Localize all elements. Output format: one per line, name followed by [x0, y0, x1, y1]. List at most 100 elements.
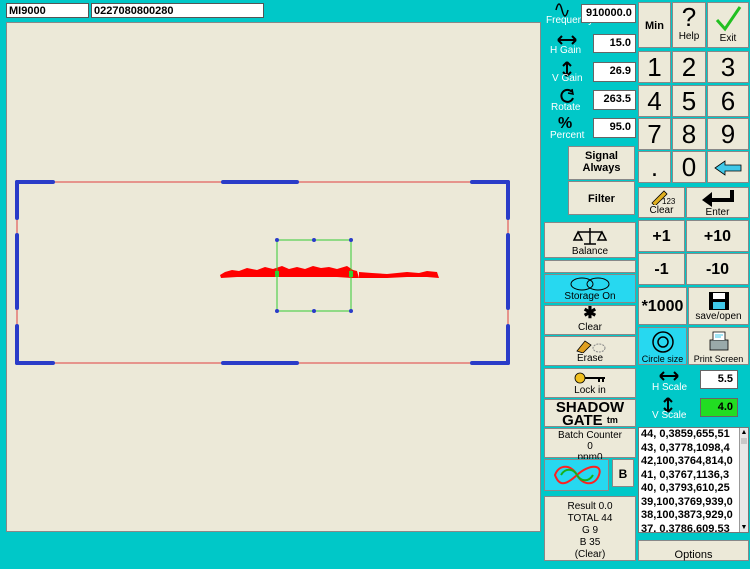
b-button[interactable]: B: [612, 459, 634, 487]
scroll-thumb[interactable]: [741, 438, 747, 444]
v-gain-label: V Gain: [552, 73, 583, 84]
signal-trace: [220, 266, 439, 278]
min-button[interactable]: Min: [638, 2, 671, 48]
result-clear: (Clear): [545, 549, 635, 561]
svg-text:123: 123: [662, 197, 676, 205]
balance-label: Balance: [545, 246, 635, 257]
percent-value[interactable]: 95.0: [593, 118, 636, 138]
enter-button[interactable]: Enter: [686, 187, 749, 218]
scroll-down-icon[interactable]: ▼: [740, 523, 748, 532]
balance-indicator: [544, 260, 636, 273]
filter-button[interactable]: Filter: [568, 181, 635, 215]
minus-10-button[interactable]: -10: [686, 253, 749, 285]
key-4[interactable]: 4: [638, 85, 671, 117]
checkmark-icon: [714, 5, 742, 33]
key-icon: [573, 371, 607, 385]
h-scale-value[interactable]: 5.5: [700, 370, 738, 389]
log-row[interactable]: 44, 0,3859,655,51: [639, 428, 748, 442]
v-scale-label: V Scale: [652, 410, 686, 421]
h-scale-label: H Scale: [652, 382, 687, 393]
key-0[interactable]: 0: [672, 151, 706, 183]
display-graph: [7, 23, 542, 533]
log-row[interactable]: 40, 0,3793,610,25: [639, 482, 748, 496]
pencil-icon: 123: [648, 189, 676, 205]
times-1000-button[interactable]: *1000: [638, 287, 687, 325]
exit-button[interactable]: Exit: [707, 2, 749, 48]
h-scale-icon: [658, 370, 680, 382]
plus-1-button[interactable]: +1: [638, 220, 685, 252]
circle-size-icon: [650, 330, 676, 354]
keypad-clear-button[interactable]: 123 Clear: [638, 187, 685, 218]
clear-display-button[interactable]: ✱ Clear: [544, 305, 636, 335]
result-good: G 9: [545, 525, 635, 537]
storage-icon: [568, 277, 612, 291]
result-value: Result 0.0: [545, 501, 635, 513]
exit-label: Exit: [708, 33, 748, 44]
rotate-control[interactable]: Rotate: [546, 88, 591, 114]
key-5[interactable]: 5: [672, 85, 706, 117]
serial-field: 0227080800280: [91, 3, 264, 18]
signal-display[interactable]: [6, 22, 541, 532]
erase-button[interactable]: Erase: [544, 336, 636, 366]
print-screen-button[interactable]: Print Screen: [688, 327, 749, 365]
log-row[interactable]: 38,100,3873,929,0: [639, 509, 748, 523]
floppy-disk-icon: [708, 291, 730, 311]
key-1[interactable]: 1: [638, 51, 671, 83]
signature-button[interactable]: [544, 459, 609, 491]
batch-count: 0: [545, 441, 635, 452]
log-row[interactable]: 42,100,3764,814,0: [639, 455, 748, 469]
log-row[interactable]: 41, 0,3767,1136,3: [639, 469, 748, 483]
backspace-button[interactable]: [707, 151, 749, 183]
result-log-list[interactable]: 44, 0,3859,655,51 43, 0,3778,1098,4 42,1…: [638, 427, 749, 533]
erase-label: Erase: [545, 353, 635, 364]
printer-icon: [706, 330, 732, 354]
frequency-value[interactable]: 910000.0: [581, 4, 636, 23]
h-scale-control[interactable]: H Scale: [638, 368, 698, 396]
h-gain-label: H Gain: [550, 45, 581, 56]
key-9[interactable]: 9: [707, 118, 749, 150]
signal-always-button[interactable]: Signal Always: [568, 146, 635, 180]
keypad-clear-label: Clear: [639, 205, 684, 216]
signal-always-line1: Signal: [569, 150, 634, 162]
circle-size-button[interactable]: Circle size: [638, 327, 687, 365]
log-scrollbar[interactable]: ▲ ▼: [739, 428, 748, 532]
rotate-value[interactable]: 263.5: [593, 90, 636, 110]
signal-always-line2: Always: [569, 162, 634, 174]
key-6[interactable]: 6: [707, 85, 749, 117]
options-button[interactable]: Options: [638, 540, 749, 561]
key-7[interactable]: 7: [638, 118, 671, 150]
batch-counter-label: Batch Counter: [545, 430, 635, 441]
save-open-button[interactable]: save/open: [688, 287, 749, 325]
balance-button[interactable]: Balance: [544, 222, 636, 258]
v-scale-value[interactable]: 4.0: [700, 398, 738, 417]
h-gain-value[interactable]: 15.0: [593, 34, 636, 53]
rotate-label: Rotate: [551, 102, 580, 113]
shadow-gate-logo: SHADOW GATE tm: [544, 399, 636, 427]
lock-in-button[interactable]: Lock in: [544, 368, 636, 398]
save-open-label: save/open: [689, 311, 748, 322]
v-gain-value[interactable]: 26.9: [593, 62, 636, 82]
storage-on-button[interactable]: Storage On: [544, 274, 636, 303]
key-3[interactable]: 3: [707, 51, 749, 83]
percent-control[interactable]: % Percent: [546, 117, 591, 143]
help-icon: ?: [673, 3, 705, 31]
key-8[interactable]: 8: [672, 118, 706, 150]
key-2[interactable]: 2: [672, 51, 706, 83]
print-screen-label: Print Screen: [689, 354, 748, 364]
result-panel[interactable]: Result 0.0 TOTAL 44 G 9 B 35 (Clear): [544, 496, 636, 561]
storage-label: Storage On: [545, 291, 635, 302]
v-gain-control[interactable]: V Gain: [546, 61, 591, 85]
plus-10-button[interactable]: +10: [686, 220, 749, 252]
scroll-up-icon[interactable]: ▲: [740, 428, 748, 437]
help-button[interactable]: ? Help: [672, 2, 706, 48]
percent-label: Percent: [550, 130, 584, 141]
left-arrow-icon: [713, 160, 743, 176]
log-row[interactable]: 39,100,3769,939,0: [639, 496, 748, 510]
log-row[interactable]: 43, 0,3778,1098,4: [639, 442, 748, 456]
v-scale-control[interactable]: V Scale: [638, 397, 698, 425]
signature-loop-icon: [545, 460, 608, 490]
log-row[interactable]: 37, 0,3786,609,53: [639, 523, 748, 534]
minus-1-button[interactable]: -1: [638, 253, 685, 285]
key-decimal[interactable]: .: [638, 151, 671, 183]
h-gain-control[interactable]: H Gain: [546, 34, 591, 58]
